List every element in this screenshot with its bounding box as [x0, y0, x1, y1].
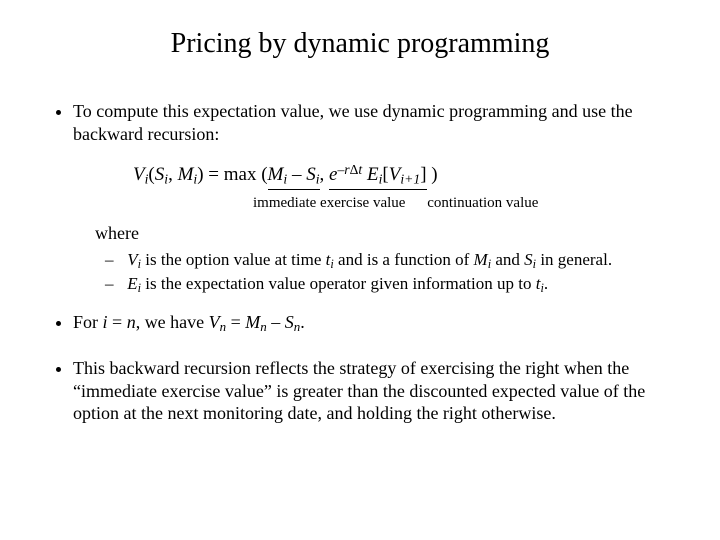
- w1-end: in general.: [536, 250, 612, 269]
- b2-n: n: [127, 312, 136, 332]
- w1-S: S: [524, 250, 533, 269]
- b2-eq: =: [108, 312, 127, 332]
- where-sublist: Vi is the option value at time ti and is…: [73, 249, 675, 297]
- formula-S2: S: [306, 164, 316, 185]
- where-label: where: [95, 222, 675, 245]
- formula-block: Vi(Si, Mi) = max (Mi – Si, e–rΔt Ei[Vi+1…: [133, 161, 675, 190]
- w1-mid2: and is a function of: [334, 250, 474, 269]
- continuation-value-group: e–rΔt Ei[Vi+1]: [329, 161, 427, 190]
- bullet-list: To compute this expectation value, we us…: [45, 100, 675, 425]
- slide-title: Pricing by dynamic programming: [45, 28, 675, 60]
- bullet-3: This backward recursion reflects the str…: [73, 357, 675, 425]
- formula-comma2: ,: [320, 164, 330, 185]
- w2-end: .: [544, 274, 548, 293]
- w1-and: and: [491, 250, 524, 269]
- b2-dot: .: [300, 312, 305, 332]
- b2-have: , we have: [136, 312, 209, 332]
- label-immediate: immediate exercise value: [253, 194, 405, 213]
- formula-sub-iplus1: i+1: [400, 172, 420, 187]
- b2-a: For: [73, 312, 103, 332]
- w1-M: M: [474, 250, 488, 269]
- where-item-2: Ei is the expectation value operator giv…: [123, 273, 675, 297]
- formula-V2: V: [389, 164, 401, 185]
- where-item-1: Vi is the option value at time ti and is…: [123, 249, 675, 273]
- formula-end: ): [427, 164, 438, 185]
- bullet-2: For i = n, we have Vn = Mn – Sn.: [73, 311, 675, 335]
- b2-M: M: [245, 312, 260, 332]
- formula-sup: –rΔt: [337, 162, 362, 177]
- b2-minus: –: [267, 312, 285, 332]
- b2-S: S: [285, 312, 294, 332]
- w2-mid: is the expectation value operator given …: [141, 274, 536, 293]
- immediate-exercise-group: Mi – Si: [268, 163, 320, 190]
- formula-V: V: [133, 164, 145, 185]
- formula-E: E: [367, 164, 379, 185]
- formula-M: M: [178, 164, 194, 185]
- w1-V: V: [127, 250, 137, 269]
- b2-V: V: [209, 312, 220, 332]
- label-continuation: continuation value: [427, 194, 538, 213]
- formula-labels: immediate exercise value continuation va…: [145, 194, 675, 213]
- bullet-1-text: To compute this expectation value, we us…: [73, 101, 633, 144]
- formula-M2: M: [268, 164, 284, 185]
- formula-comma1: ,: [168, 164, 178, 185]
- b2-eq2: =: [226, 312, 245, 332]
- formula-minus: –: [287, 164, 306, 185]
- slide-container: Pricing by dynamic programming To comput…: [0, 0, 720, 459]
- w2-E: E: [127, 274, 137, 293]
- bullet-1: To compute this expectation value, we us…: [73, 100, 675, 297]
- formula-close-eq: ) = max (: [197, 164, 267, 185]
- w1-mid1: is the option value at time: [141, 250, 326, 269]
- formula-S: S: [155, 164, 165, 185]
- bullet-3-text: This backward recursion reflects the str…: [73, 358, 645, 423]
- formula: Vi(Si, Mi) = max (Mi – Si, e–rΔt Ei[Vi+1…: [133, 164, 438, 185]
